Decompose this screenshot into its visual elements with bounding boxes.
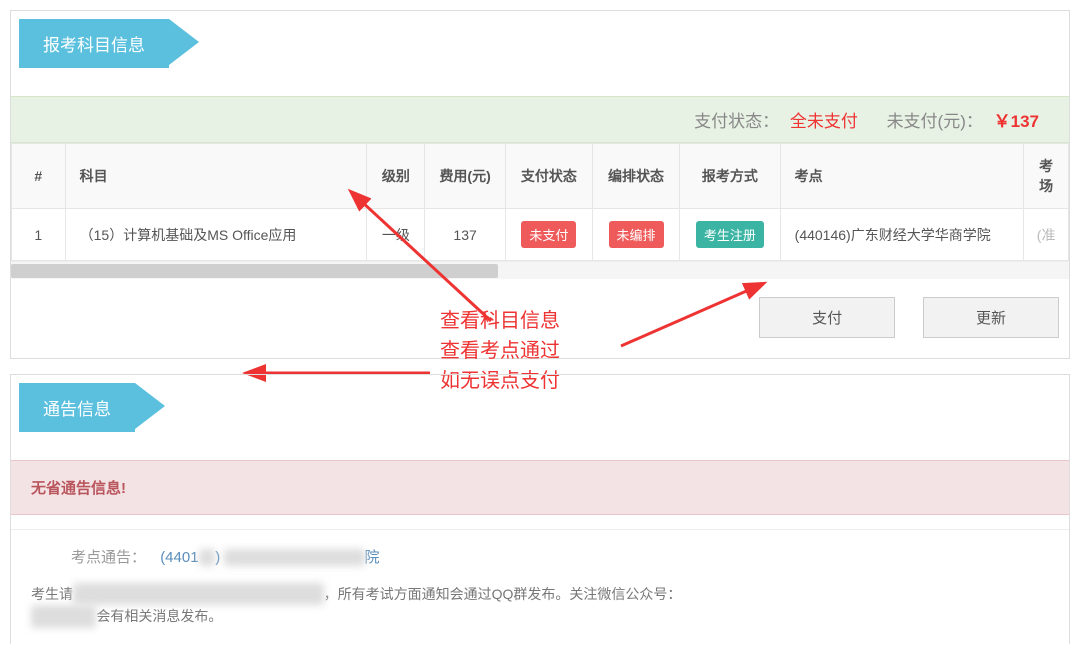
scrollbar-thumb[interactable]	[11, 264, 498, 278]
notice-body-line2: XXXXXXX会有相关消息发布。	[31, 608, 222, 624]
col-level: 级别	[367, 144, 425, 209]
unpaid-amount: ￥137	[994, 112, 1039, 131]
pay-status-badge: 未支付	[521, 221, 576, 248]
col-extra: 考场	[1024, 144, 1069, 209]
col-subject: 科目	[65, 144, 367, 209]
subject-table-container: # 科目 级别 费用(元) 支付状态 编排状态 报考方式 考点 考场 1 （15…	[11, 143, 1069, 279]
site-notice-value: (440146) XXXXXXXXXXXXXX院	[160, 549, 379, 566]
notice-title: 通告信息	[19, 383, 135, 432]
col-site: 考点	[780, 144, 1024, 209]
cell-site: (440146)广东财经大学华商学院	[780, 209, 1024, 261]
pay-status-label: 支付状态：	[694, 112, 779, 131]
action-buttons-row: 支付 更新	[11, 279, 1069, 358]
notice-body-line1: 考生请XXXXXX XXXXXXXXX XXXXXXXXXXX，所有考试方面通知…	[31, 586, 681, 602]
unpaid-label: 未支付(元)：	[887, 112, 983, 131]
subject-info-title: 报考科目信息	[19, 19, 169, 68]
cell-subject: （15）计算机基础及MS Office应用	[65, 209, 367, 261]
table-row: 1 （15）计算机基础及MS Office应用 一级 137 未支付 未编排 考…	[12, 209, 1069, 261]
pay-status-value: 全未支付	[790, 112, 858, 131]
cell-arrange-status: 未编排	[592, 209, 679, 261]
cell-fee: 137	[425, 209, 505, 261]
refresh-button[interactable]: 更新	[923, 297, 1059, 338]
cell-pay-status: 未支付	[505, 209, 592, 261]
col-arrange-status: 编排状态	[592, 144, 679, 209]
site-notice-header: 考点通告： (440146) XXXXXXXXXXXXXX院	[11, 530, 1069, 577]
cell-method: 考生注册	[680, 209, 781, 261]
cell-extra: (准	[1024, 209, 1069, 261]
site-notice-label: 考点通告：	[71, 549, 146, 566]
arrange-status-badge: 未编排	[609, 221, 664, 248]
col-index: #	[12, 144, 66, 209]
col-pay-status: 支付状态	[505, 144, 592, 209]
pay-button[interactable]: 支付	[759, 297, 895, 338]
province-notice-alert: 无省通告信息!	[11, 460, 1069, 515]
subject-table: # 科目 级别 费用(元) 支付状态 编排状态 报考方式 考点 考场 1 （15…	[11, 143, 1069, 261]
horizontal-scrollbar[interactable]	[11, 261, 1069, 279]
table-header-row: # 科目 级别 费用(元) 支付状态 编排状态 报考方式 考点 考场	[12, 144, 1069, 209]
col-fee: 费用(元)	[425, 144, 505, 209]
subject-info-panel: 报考科目信息 支付状态： 全未支付 未支付(元)： ￥137 # 科目 级别 费…	[10, 10, 1070, 359]
cell-index: 1	[12, 209, 66, 261]
notice-body: 考生请XXXXXX XXXXXXXXX XXXXXXXXXXX，所有考试方面通知…	[11, 577, 1069, 644]
method-badge: 考生注册	[696, 221, 764, 248]
cell-level: 一级	[367, 209, 425, 261]
col-method: 报考方式	[680, 144, 781, 209]
payment-status-bar: 支付状态： 全未支付 未支付(元)： ￥137	[11, 96, 1069, 143]
notice-panel: 通告信息 无省通告信息! 考点通告： (440146) XXXXXXXXXXXX…	[10, 374, 1070, 644]
